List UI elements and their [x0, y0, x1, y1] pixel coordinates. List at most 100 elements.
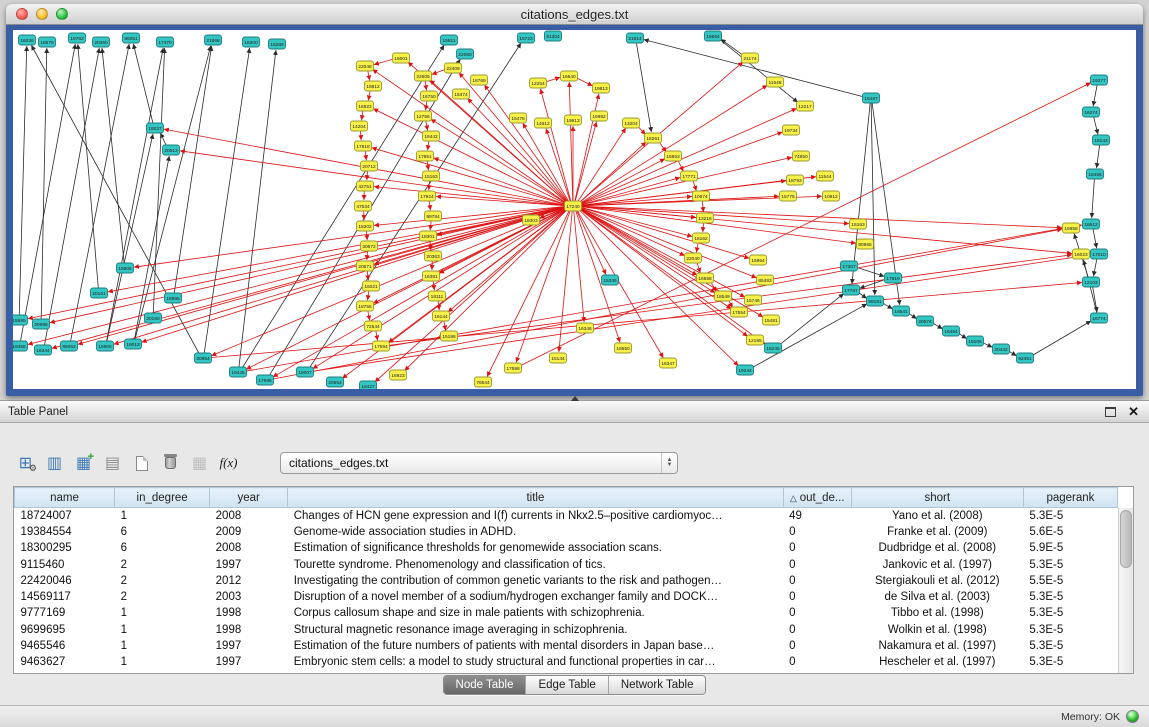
graph-node[interactable]: 16036: [19, 35, 36, 45]
graph-node[interactable]: 12756: [415, 111, 432, 121]
graph-node[interactable]: 15775: [780, 191, 797, 201]
graph-node[interactable]: 16346: [577, 323, 594, 333]
graph-node[interactable]: 17307: [841, 261, 858, 271]
graph-node[interactable]: 12254: [530, 78, 547, 88]
graph-node[interactable]: 21868: [205, 35, 222, 45]
graph-node[interactable]: 15723: [518, 33, 535, 43]
graph-node[interactable]: 17818: [355, 141, 372, 151]
table-row[interactable]: 946554611997Estimation of the future num…: [15, 638, 1118, 654]
graph-node[interactable]: 11544: [817, 171, 834, 181]
graph-node[interactable]: 20160: [145, 313, 162, 323]
graph-node[interactable]: 16774: [1091, 313, 1108, 323]
table-scrollbar[interactable]: [1118, 508, 1133, 673]
graph-node[interactable]: 16037: [147, 123, 164, 133]
table-row[interactable]: 1872400712008Changes of HCN gene express…: [15, 508, 1118, 524]
graph-node[interactable]: 20574: [917, 316, 934, 326]
graph-node[interactable]: 99784: [425, 211, 442, 221]
network-canvas[interactable]: 1603618676197622036096051174702186818300…: [13, 30, 1136, 389]
graph-node[interactable]: 76544: [475, 377, 492, 387]
create-column-button[interactable]: ▦: [70, 450, 97, 476]
graph-node[interactable]: 20954: [195, 353, 212, 363]
tab-edge-table[interactable]: Edge Table: [525, 676, 607, 694]
graph-node[interactable]: 10912: [823, 191, 840, 201]
graph-node[interactable]: 15481: [763, 315, 780, 325]
graph-node[interactable]: 16162: [693, 233, 710, 243]
graph-node[interactable]: 81304: [545, 31, 562, 41]
graph-node[interactable]: 16612: [1083, 219, 1100, 229]
graph-node[interactable]: 17595: [257, 375, 274, 385]
graph-node[interactable]: 16982: [591, 111, 608, 121]
graph-node[interactable]: 16454: [943, 326, 960, 336]
graph-node[interactable]: 19277: [1091, 75, 1108, 85]
graph-node[interactable]: 22409: [445, 63, 462, 73]
graph-node[interactable]: 16344: [35, 345, 52, 355]
graph-node[interactable]: 12103: [1083, 277, 1100, 287]
tab-node-table[interactable]: Node Table: [444, 676, 526, 694]
graph-node[interactable]: 17919: [885, 273, 902, 283]
table-row[interactable]: 1830029562008Estimation of significance …: [15, 540, 1118, 556]
graph-node[interactable]: 15906: [117, 263, 134, 273]
memory-ok-indicator[interactable]: [1126, 710, 1139, 723]
graph-node[interactable]: 16558: [697, 273, 714, 283]
table-row[interactable]: 1456911722003Disruption of a novel membe…: [15, 589, 1118, 605]
graph-node[interactable]: 18301: [420, 231, 437, 241]
graph-node[interactable]: 96052: [61, 341, 78, 351]
network-view[interactable]: 1603618676197622036096051174702186818300…: [13, 30, 1136, 389]
graph-node[interactable]: 17851: [417, 151, 434, 161]
table-row[interactable]: 969969511998Structural magnetic resonanc…: [15, 622, 1118, 638]
graph-node[interactable]: 20695: [33, 319, 50, 329]
graph-node[interactable]: 30672: [361, 241, 378, 251]
graph-node[interactable]: 16274: [1083, 107, 1100, 117]
graph-node[interactable]: 18541: [893, 306, 910, 316]
graph-node[interactable]: 17010: [1091, 249, 1108, 259]
graph-node[interactable]: 19734: [783, 125, 800, 135]
graph-node[interactable]: 18111: [429, 291, 446, 301]
graph-node[interactable]: 21174: [742, 53, 759, 63]
graph-node[interactable]: 15811: [441, 35, 458, 45]
graph-node[interactable]: 18007: [297, 367, 314, 377]
graph-node[interactable]: 85493: [757, 275, 774, 285]
graph-node[interactable]: 19613: [565, 115, 582, 125]
graph-node[interactable]: 18303: [523, 215, 540, 225]
graph-node[interactable]: 10674: [693, 191, 710, 201]
window-titlebar[interactable]: citations_edges.txt: [6, 4, 1143, 25]
graph-node[interactable]: 18550: [615, 343, 632, 353]
table-row[interactable]: 1938455462009Genome-wide association stu…: [15, 524, 1118, 540]
graph-node[interactable]: 15958: [1063, 223, 1080, 233]
graph-node[interactable]: 22048: [357, 61, 374, 71]
graph-node[interactable]: 20363: [425, 251, 442, 261]
graph-node[interactable]: 18812: [365, 81, 382, 91]
graph-node[interactable]: 18245: [765, 343, 782, 353]
graph-node[interactable]: 19244: [737, 365, 754, 375]
graph-node[interactable]: 16923: [390, 370, 407, 380]
graph-node[interactable]: 18549: [715, 291, 732, 301]
graph-node[interactable]: 19445: [230, 367, 247, 377]
graph-node[interactable]: 16001: [393, 53, 410, 63]
graph-node[interactable]: 16023: [1073, 249, 1090, 259]
graph-node[interactable]: 14612: [535, 118, 552, 128]
graph-node[interactable]: 13204: [623, 118, 640, 128]
graph-node[interactable]: 80965: [857, 239, 874, 249]
float-panel-icon[interactable]: [1105, 407, 1116, 417]
graph-node[interactable]: 16288: [269, 39, 286, 49]
graph-node[interactable]: 17594: [373, 341, 390, 351]
graph-node[interactable]: 15163: [423, 171, 440, 181]
delete-table-button[interactable]: [157, 450, 184, 476]
graph-node[interactable]: 11548: [767, 77, 784, 87]
graph-node[interactable]: 16487: [863, 93, 880, 103]
graph-node[interactable]: 15475: [510, 113, 527, 123]
graph-node[interactable]: 12217: [797, 101, 814, 111]
graph-node[interactable]: 42751: [357, 181, 374, 191]
graph-node[interactable]: 96051: [123, 33, 140, 43]
graph-node[interactable]: 16381: [423, 271, 440, 281]
graph-node[interactable]: 47534: [355, 201, 372, 211]
graph-node[interactable]: 20442: [993, 344, 1010, 354]
graph-node[interactable]: 18143: [1093, 135, 1110, 145]
graph-node[interactable]: 16021: [363, 281, 380, 291]
panel-splitter-grip[interactable]: [571, 396, 579, 401]
graph-node[interactable]: 20161: [91, 288, 108, 298]
graph-node[interactable]: 18793: [787, 175, 804, 185]
graph-node[interactable]: 18985: [165, 293, 182, 303]
import-table-button[interactable]: ▦: [186, 450, 213, 476]
graph-node[interactable]: 19105: [967, 336, 984, 346]
